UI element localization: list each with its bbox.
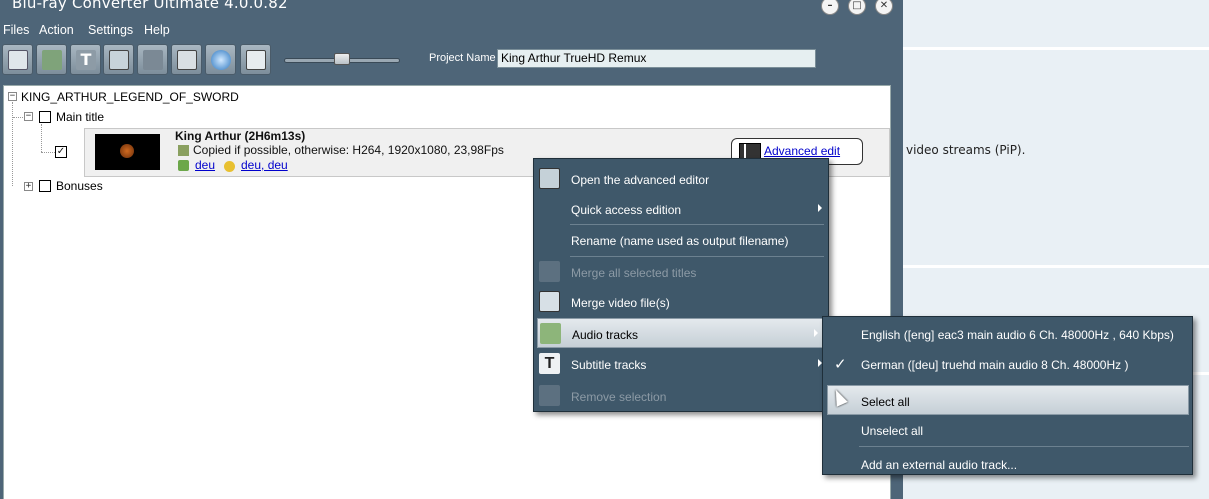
settings-button[interactable] — [171, 44, 202, 75]
submenu-arrow-icon — [814, 329, 818, 337]
tree-root-label[interactable]: KING_ARTHUR_LEGEND_OF_SWORD — [21, 90, 239, 104]
menu-separator — [859, 446, 1189, 447]
menu-item-label: Rename (name used as output filename) — [571, 234, 789, 248]
menu-item-label: Unselect all — [861, 424, 924, 438]
menu-item-label: Open the advanced editor — [571, 173, 710, 187]
title-description: Copied if possible, otherwise: H264, 192… — [193, 143, 504, 157]
video-film-icon — [178, 145, 189, 156]
menu-item-label: Remove selection — [571, 390, 667, 404]
menu-item-select-all[interactable]: Select all — [827, 385, 1189, 415]
menu-item-label: Add an external audio track... — [861, 458, 1018, 472]
toolbar: T Project Name King Arthur TrueHD Remux — [0, 44, 903, 76]
collapse-root-icon[interactable]: − — [8, 92, 17, 101]
menu-item-merge-video-files[interactable]: Merge video file(s) — [534, 287, 828, 317]
project-name-label: Project Name — [429, 52, 496, 64]
tree-line — [41, 152, 55, 153]
tree-line — [12, 102, 13, 186]
tree-line — [41, 124, 42, 152]
divider — [903, 47, 1209, 50]
main-title-label[interactable]: Main title — [56, 110, 104, 124]
convert-icon — [211, 50, 231, 70]
remove-icon — [143, 50, 163, 70]
subtitle-tracks-icon: T — [539, 353, 560, 374]
merge-titles-icon — [539, 261, 560, 282]
window-title: Blu-ray Converter Ultimate 4.0.0.82 — [12, 0, 288, 12]
menu-item-label: Select all — [861, 395, 910, 409]
menu-item-merge-all-selected-titles: Merge all selected titles — [534, 257, 828, 287]
close-button[interactable]: ✕ — [875, 0, 893, 15]
menu-item-subtitle-tracks[interactable]: T Subtitle tracks — [534, 349, 828, 379]
add-title-button[interactable] — [2, 44, 33, 75]
expand-bonuses-icon[interactable]: + — [24, 182, 33, 191]
advanced-editor-icon — [539, 168, 560, 189]
remove-button[interactable] — [137, 44, 168, 75]
check-icon: ✓ — [834, 356, 847, 373]
advanced-edit-link[interactable]: Advanced edit — [764, 144, 840, 158]
add-subtitle-icon: T — [76, 50, 96, 70]
subtitle-link[interactable]: deu, deu — [241, 158, 288, 172]
preview-button[interactable] — [240, 44, 271, 75]
merge-video-icon — [109, 50, 129, 70]
menu-item-label: German ([deu] truehd main audio 8 Ch. 48… — [861, 358, 1129, 372]
convert-button[interactable] — [205, 44, 236, 75]
menu-item-label: Merge all selected titles — [571, 266, 697, 280]
add-title-icon — [8, 50, 28, 70]
merge-video-icon — [539, 291, 560, 312]
audio-tracks-submenu: English ([eng] eac3 main audio 6 Ch. 480… — [822, 316, 1193, 475]
remove-selection-icon — [539, 385, 560, 406]
thumbnail-logo — [120, 144, 134, 158]
zoom-slider-knob[interactable] — [334, 53, 350, 65]
audio-track-english[interactable]: English ([eng] eac3 main audio 6 Ch. 480… — [823, 319, 1192, 349]
bonuses-checkbox[interactable] — [39, 180, 51, 192]
menu-files[interactable]: Files — [3, 23, 29, 37]
audio-tracks-icon — [540, 323, 561, 344]
background-text: video streams (PiP). — [906, 143, 1026, 157]
collapse-main-title-icon[interactable]: − — [24, 112, 33, 121]
menu-item-unselect-all[interactable]: Unselect all — [823, 415, 1192, 445]
add-audio-icon — [42, 50, 62, 70]
title-thumbnail — [95, 134, 160, 170]
subtitle-bubble-icon — [224, 161, 235, 172]
divider — [903, 265, 1209, 268]
maximize-button[interactable]: □ — [848, 0, 866, 15]
menu-item-quick-access-edition[interactable]: Quick access edition — [534, 194, 828, 224]
settings-icon — [177, 50, 197, 70]
title-checkbox[interactable]: ✓ — [55, 146, 67, 158]
add-subtitle-button[interactable]: T — [70, 44, 101, 75]
menu-item-audio-tracks[interactable]: Audio tracks — [537, 318, 825, 348]
title-name: King Arthur (2H6m13s) — [175, 129, 306, 143]
menu-item-label: Subtitle tracks — [571, 358, 647, 372]
menu-item-label: Audio tracks — [572, 328, 639, 342]
menu-item-remove-selection: Remove selection — [534, 381, 828, 411]
menu-item-label: Quick access edition — [571, 203, 682, 217]
menu-item-label: English ([eng] eac3 main audio 6 Ch. 480… — [861, 328, 1174, 342]
title-bar: Blu-ray Converter Ultimate 4.0.0.82 – □ … — [0, 0, 903, 18]
preview-icon — [246, 50, 266, 70]
minimize-button[interactable]: – — [821, 0, 839, 15]
menu-item-label: Merge video file(s) — [571, 296, 670, 310]
context-menu: Open the advanced editor Quick access ed… — [533, 158, 829, 412]
menu-item-add-external-audio[interactable]: Add an external audio track... — [823, 451, 1192, 475]
submenu-arrow-icon — [818, 204, 822, 212]
merge-video-button[interactable] — [103, 44, 134, 75]
menu-action[interactable]: Action — [39, 23, 74, 37]
menu-help[interactable]: Help — [144, 23, 170, 37]
menu-item-rename[interactable]: Rename (name used as output filename) — [534, 225, 828, 255]
audio-track-german[interactable]: ✓ German ([deu] truehd main audio 8 Ch. … — [823, 349, 1192, 379]
main-title-checkbox[interactable] — [39, 111, 51, 123]
audio-link[interactable]: deu — [195, 158, 215, 172]
bonuses-label[interactable]: Bonuses — [56, 179, 103, 193]
menu-settings[interactable]: Settings — [88, 23, 133, 37]
project-name-input[interactable]: King Arthur TrueHD Remux — [497, 49, 816, 68]
menu-item-open-advanced-editor[interactable]: Open the advanced editor — [534, 164, 828, 194]
audio-note-icon — [178, 160, 189, 171]
add-audio-button[interactable] — [36, 44, 67, 75]
